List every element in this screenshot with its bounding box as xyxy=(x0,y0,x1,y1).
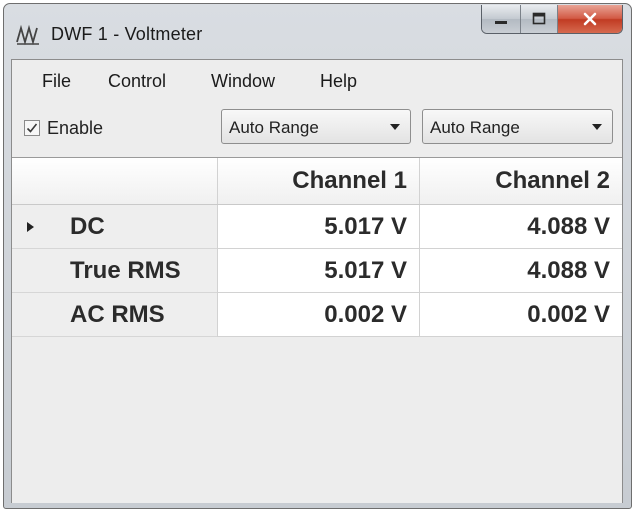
true-rms-channel2-value[interactable]: 4.088 V xyxy=(419,249,622,293)
column-header-channel2[interactable]: Channel 2 xyxy=(419,158,622,204)
window-client-area: File Control Window Help Enable Auto Ran… xyxy=(11,59,623,503)
channel1-range-value: Auto Range xyxy=(229,118,319,137)
measurement-grid: Channel 1 Channel 2 DC 5.017 V 4.088 V T… xyxy=(12,157,622,503)
table-row[interactable]: AC RMS 0.002 V 0.002 V xyxy=(12,293,622,337)
table-row[interactable]: DC 5.017 V 4.088 V xyxy=(12,205,622,249)
channel2-range-value: Auto Range xyxy=(430,118,520,137)
dc-channel1-value[interactable]: 5.017 V xyxy=(217,205,419,249)
maximize-button[interactable] xyxy=(521,5,558,33)
row-header[interactable]: DC xyxy=(12,205,217,249)
minimize-button[interactable] xyxy=(482,5,521,33)
checkmark-icon xyxy=(26,123,38,133)
menu-help[interactable]: Help xyxy=(320,71,357,92)
true-rms-channel1-value[interactable]: 5.017 V xyxy=(217,249,419,293)
minimize-icon xyxy=(495,21,507,24)
channel1-range-dropdown[interactable]: Auto Range xyxy=(221,109,411,144)
dc-channel2-value[interactable]: 4.088 V xyxy=(419,205,622,249)
channel2-range-dropdown[interactable]: Auto Range xyxy=(422,109,613,144)
menu-control[interactable]: Control xyxy=(108,71,166,92)
toolbar: Enable Auto Range Auto Range xyxy=(12,104,622,150)
ac-rms-channel1-value[interactable]: 0.002 V xyxy=(217,293,419,337)
title-bar[interactable]: DWF 1 - Voltmeter xyxy=(4,4,631,56)
maximize-icon xyxy=(532,12,546,25)
row-header[interactable]: AC RMS xyxy=(12,293,217,337)
enable-checkbox[interactable] xyxy=(24,120,40,136)
caption-buttons xyxy=(481,5,623,34)
menu-file[interactable]: File xyxy=(42,71,71,92)
chevron-down-icon xyxy=(592,124,602,130)
row-pointer-icon xyxy=(27,222,34,232)
row-label-ac-rms: AC RMS xyxy=(70,301,165,328)
chevron-down-icon xyxy=(390,124,400,130)
row-label-dc: DC xyxy=(70,213,105,240)
row-header[interactable]: True RMS xyxy=(12,249,217,293)
table-row[interactable]: True RMS 5.017 V 4.088 V xyxy=(12,249,622,293)
column-header-channel1[interactable]: Channel 1 xyxy=(217,158,419,204)
enable-label[interactable]: Enable xyxy=(47,118,103,139)
row-label-true-rms: True RMS xyxy=(70,257,181,284)
voltmeter-window: DWF 1 - Voltmeter File Control Window He… xyxy=(3,3,632,509)
menu-bar: File Control Window Help xyxy=(12,60,622,98)
window-title: DWF 1 - Voltmeter xyxy=(51,24,203,44)
close-button[interactable] xyxy=(558,5,622,33)
grid-header-row: Channel 1 Channel 2 xyxy=(12,158,622,205)
menu-window[interactable]: Window xyxy=(211,71,275,92)
ac-rms-channel2-value[interactable]: 0.002 V xyxy=(419,293,622,337)
close-icon xyxy=(583,12,597,26)
waveforms-logo-icon xyxy=(16,24,39,46)
